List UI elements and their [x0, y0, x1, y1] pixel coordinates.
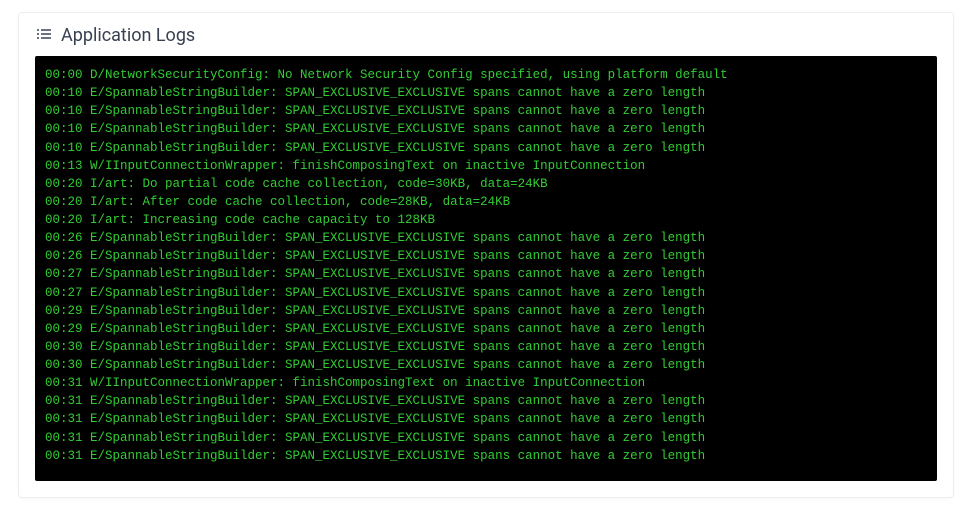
log-line: 00:20 I/art: Do partial code cache colle… [45, 175, 927, 193]
log-line: 00:10 E/SpannableStringBuilder: SPAN_EXC… [45, 120, 927, 138]
list-icon [37, 27, 51, 45]
log-output[interactable]: 00:00 D/NetworkSecurityConfig: No Networ… [35, 56, 937, 481]
log-line: 00:30 E/SpannableStringBuilder: SPAN_EXC… [45, 356, 927, 374]
log-line: 00:31 E/SpannableStringBuilder: SPAN_EXC… [45, 429, 927, 447]
application-logs-card: Application Logs 00:00 D/NetworkSecurity… [18, 12, 954, 498]
log-line: 00:27 E/SpannableStringBuilder: SPAN_EXC… [45, 265, 927, 283]
log-line: 00:31 E/SpannableStringBuilder: SPAN_EXC… [45, 447, 927, 465]
card-title: Application Logs [61, 25, 195, 46]
card-header: Application Logs [19, 13, 953, 56]
log-line: 00:29 E/SpannableStringBuilder: SPAN_EXC… [45, 302, 927, 320]
log-line: 00:20 I/art: After code cache collection… [45, 193, 927, 211]
log-line: 00:29 E/SpannableStringBuilder: SPAN_EXC… [45, 320, 927, 338]
log-line: 00:13 W/IInputConnectionWrapper: finishC… [45, 157, 927, 175]
log-line: 00:27 E/SpannableStringBuilder: SPAN_EXC… [45, 284, 927, 302]
log-line: 00:31 E/SpannableStringBuilder: SPAN_EXC… [45, 392, 927, 410]
log-line: 00:10 E/SpannableStringBuilder: SPAN_EXC… [45, 102, 927, 120]
log-line: 00:31 E/SpannableStringBuilder: SPAN_EXC… [45, 410, 927, 428]
log-line: 00:20 I/art: Increasing code cache capac… [45, 211, 927, 229]
log-line: 00:10 E/SpannableStringBuilder: SPAN_EXC… [45, 139, 927, 157]
log-line: 00:00 D/NetworkSecurityConfig: No Networ… [45, 66, 927, 84]
log-line: 00:30 E/SpannableStringBuilder: SPAN_EXC… [45, 338, 927, 356]
log-line: 00:10 E/SpannableStringBuilder: SPAN_EXC… [45, 84, 927, 102]
log-line: 00:31 W/IInputConnectionWrapper: finishC… [45, 374, 927, 392]
log-line: 00:26 E/SpannableStringBuilder: SPAN_EXC… [45, 247, 927, 265]
log-line: 00:26 E/SpannableStringBuilder: SPAN_EXC… [45, 229, 927, 247]
